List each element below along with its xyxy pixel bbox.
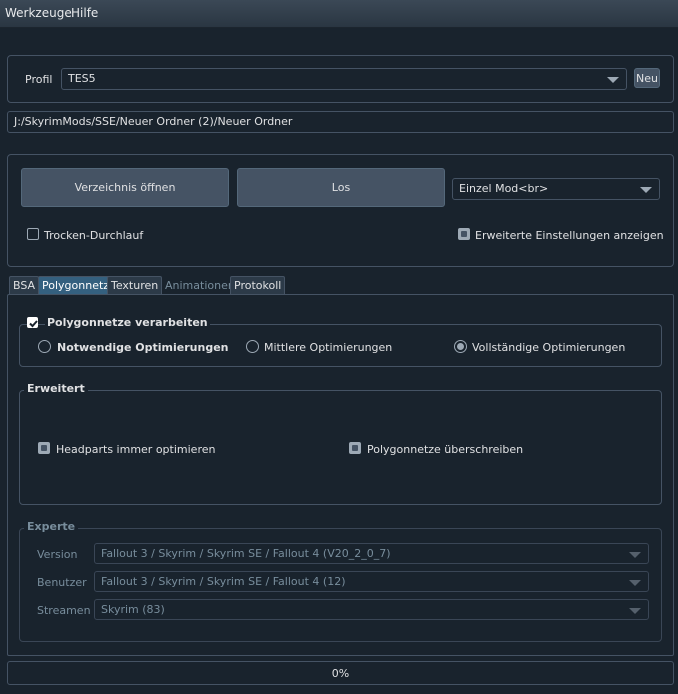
user-value: Fallout 3 / Skyrim / Skyrim SE / Fallout…	[101, 575, 346, 588]
stream-select: Skyrim (83)	[94, 599, 649, 620]
process-meshes-checkbox[interactable]	[27, 317, 38, 328]
tab-bsa[interactable]: BSA	[9, 276, 40, 294]
radio-full[interactable]	[454, 340, 467, 353]
profile-value: TES5	[68, 72, 96, 85]
stream-label: Streamen	[37, 604, 91, 617]
expert-title: Experte	[24, 520, 79, 533]
menu-werkzeuge[interactable]: Werkzeuge	[5, 6, 72, 20]
user-select: Fallout 3 / Skyrim / Skyrim SE / Fallout…	[94, 571, 649, 592]
dry-run-checkbox[interactable]	[27, 228, 39, 240]
radio-medium-label: Mittlere Optimierungen	[264, 341, 393, 354]
mode-select[interactable]: Einzel Mod<br>	[452, 178, 660, 200]
radio-medium[interactable]	[246, 340, 259, 353]
path-value: J:/SkyrimMods/SSE/Neuer Ordner (2)/Neuer…	[14, 115, 293, 128]
radio-necessary-label: Notwendige Optimierungen	[57, 341, 229, 354]
open-directory-button[interactable]: Verzeichnis öffnen	[21, 168, 229, 207]
version-label: Version	[37, 548, 78, 561]
run-button[interactable]: Los	[237, 168, 445, 207]
profile-select[interactable]: TES5	[61, 68, 627, 90]
menu-hilfe[interactable]: Hilfe	[71, 6, 98, 20]
chevron-down-icon	[607, 77, 619, 83]
tab-animationen: Animationen	[165, 279, 235, 292]
tab-protokoll[interactable]: Protokoll	[230, 276, 286, 294]
advanced-settings-checkbox[interactable]	[458, 228, 470, 240]
headparts-label: Headparts immer optimieren	[56, 443, 216, 456]
tab-polygonnetz[interactable]: Polygonnetz	[38, 276, 114, 294]
new-profile-button[interactable]: Neu	[634, 68, 660, 88]
chevron-down-icon	[640, 187, 652, 193]
dry-run-label: Trocken-Durchlauf	[44, 229, 144, 242]
chevron-down-icon	[629, 580, 641, 586]
progress-text: 0%	[331, 667, 350, 680]
stream-value: Skyrim (83)	[101, 603, 165, 616]
chevron-down-icon	[629, 608, 641, 614]
profile-label: Profil	[25, 73, 53, 86]
checkmark-icon	[29, 320, 38, 328]
version-select: Fallout 3 / Skyrim / Skyrim SE / Fallout…	[94, 543, 649, 564]
tab-texturen[interactable]: Texturen	[107, 276, 163, 294]
advanced-settings-label: Erweiterte Einstellungen anzeigen	[475, 229, 664, 242]
progress-bar: 0%	[7, 661, 674, 685]
overwrite-meshes-label: Polygonnetze überschreiben	[367, 443, 524, 456]
process-meshes-label: Polygonnetze verarbeiten	[45, 316, 210, 329]
user-label: Benutzer	[37, 576, 87, 589]
headparts-checkbox[interactable]	[38, 442, 50, 454]
path-field[interactable]: J:/SkyrimMods/SSE/Neuer Ordner (2)/Neuer…	[7, 111, 674, 133]
radio-full-label: Vollständige Optimierungen	[472, 341, 626, 354]
mode-value: Einzel Mod<br>	[459, 182, 549, 195]
chevron-down-icon	[629, 552, 641, 558]
overwrite-meshes-checkbox[interactable]	[349, 442, 361, 454]
advanced-title: Erweitert	[24, 382, 88, 395]
menu-bar	[0, 0, 678, 28]
radio-necessary[interactable]	[38, 340, 51, 353]
version-value: Fallout 3 / Skyrim / Skyrim SE / Fallout…	[101, 547, 391, 560]
